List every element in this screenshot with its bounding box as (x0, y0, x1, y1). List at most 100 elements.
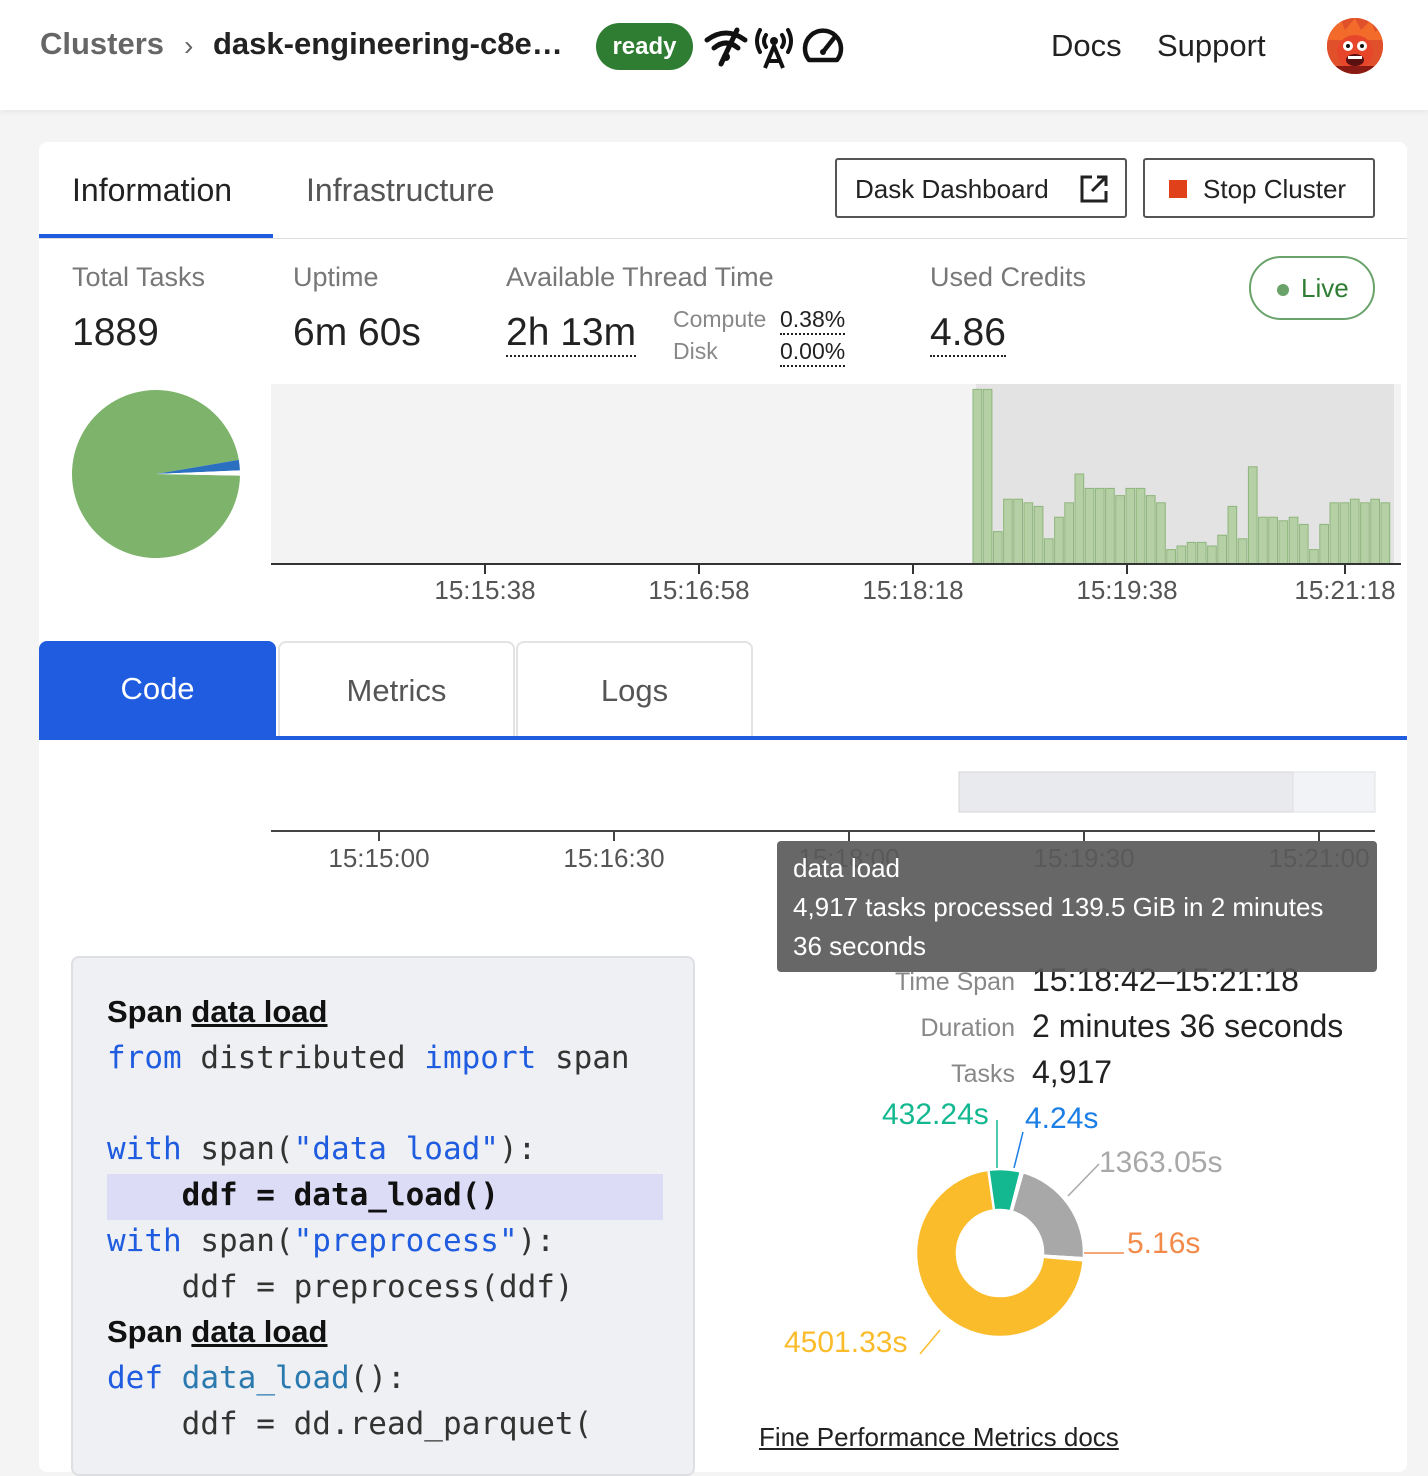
disk-value[interactable]: 0.00% (780, 338, 846, 367)
task-bar (1349, 498, 1360, 565)
task-bar (1360, 502, 1370, 565)
donut-leader-line (1013, 1131, 1024, 1169)
donut-label: 4501.33s (784, 1326, 907, 1359)
task-stream-chart: 15:15:38 15:16:58 15:18:18 15:19:38 15:21:18 (271, 384, 1401, 605)
live-dot-icon (1277, 284, 1289, 296)
thread-time-value[interactable]: 2h 13m (506, 311, 637, 357)
task-bar (1023, 502, 1034, 565)
fine-metrics-docs-link[interactable]: Fine Performance Metrics docs (759, 1422, 1119, 1453)
donut-segment[interactable] (1010, 1170, 1086, 1260)
span-link[interactable]: data load (191, 1314, 327, 1349)
task-bar (1115, 495, 1125, 565)
timeline-span-data-load[interactable] (958, 771, 1294, 813)
task-bar (1247, 466, 1258, 565)
subtab-logs[interactable]: Logs (516, 641, 753, 737)
task-bar (1339, 502, 1350, 565)
task-bar (1084, 487, 1095, 565)
compute-value[interactable]: 0.38% (780, 306, 846, 335)
donut-leader-line (1067, 1163, 1100, 1197)
subtab-metrics[interactable]: Metrics (278, 641, 515, 737)
dask-dashboard-button[interactable]: Dask Dashboard (835, 158, 1127, 218)
tab-infrastructure[interactable]: Infrastructure (306, 172, 495, 209)
speedometer-icon (802, 28, 844, 63)
donut-leader-line (919, 1329, 941, 1355)
stop-cluster-button[interactable]: Stop Cluster (1143, 158, 1375, 218)
antenna-icon (755, 28, 793, 69)
task-bar (1135, 487, 1146, 565)
task-bar (1278, 520, 1289, 565)
x-tick-label: 15:18:18 (862, 575, 963, 605)
task-bar (1166, 549, 1176, 565)
task-bar (982, 388, 993, 565)
task-bar (1105, 487, 1115, 565)
breadcrumb-separator: › (184, 30, 194, 61)
span-title-1: Span data load (107, 994, 328, 1030)
task-bar (1309, 549, 1319, 565)
timeline-span-preprocess[interactable] (1292, 771, 1376, 813)
task-bar (1064, 502, 1074, 565)
task-bar (992, 531, 1003, 565)
used-credits-label: Used Credits (930, 262, 1087, 292)
task-bar (1186, 541, 1197, 565)
donut-label: 5.16s (1127, 1227, 1200, 1260)
x-tick-label: 15:16:58 (648, 575, 749, 605)
subtab-code[interactable]: Code (39, 641, 276, 737)
task-bar (1196, 541, 1207, 565)
external-link-icon (1080, 175, 1108, 203)
x-tick-label: 15:19:38 (1076, 575, 1177, 605)
code-text: span( (181, 1223, 294, 1259)
tasks-label: Tasks (951, 1060, 1015, 1088)
tooltip-body-line-2: 36 seconds (793, 931, 926, 961)
duration-label: Duration (920, 1014, 1016, 1042)
avatar[interactable] (1327, 18, 1383, 74)
breadcrumb-cluster-name: dask-engineering-c8e… (213, 26, 563, 61)
span-prefix: Span (107, 994, 192, 1029)
task-bar (972, 388, 983, 565)
live-toggle[interactable]: Live (1249, 256, 1375, 320)
task-bar (1003, 498, 1013, 565)
task-status-pie (72, 389, 240, 558)
span-tooltip: data load 4,917 tasks processed 139.5 Gi… (777, 841, 1377, 972)
task-bar (1207, 545, 1217, 565)
nav-docs-link[interactable]: Docs (1051, 28, 1122, 64)
donut-label: 1363.05s (1099, 1146, 1222, 1179)
code-text: distributed (181, 1040, 425, 1076)
task-bar (1268, 516, 1278, 565)
breadcrumb-clusters[interactable]: Clusters (40, 26, 164, 62)
task-bar (1217, 534, 1227, 565)
used-credits-value[interactable]: 4.86 (930, 311, 1006, 357)
thread-time-label: Available Thread Time (506, 262, 774, 292)
x-tick-label: 15:21:18 (1294, 575, 1395, 605)
code-keyword: from (107, 1040, 182, 1076)
task-bar (1319, 523, 1330, 565)
total-tasks-label: Total Tasks (72, 262, 206, 292)
donut-label: 432.24s (882, 1098, 989, 1131)
nav-support-link[interactable]: Support (1157, 28, 1266, 64)
code-keyword: with (107, 1223, 182, 1259)
task-bar (1094, 487, 1105, 565)
task-bar (1258, 516, 1268, 565)
code-text: ): (498, 1131, 537, 1167)
stop-square-icon (1169, 180, 1187, 198)
wifi-signal-icon (704, 27, 748, 67)
tab-information[interactable]: Information (72, 172, 232, 209)
code-line: with span("preprocess"): (107, 1223, 555, 1259)
dask-dashboard-label: Dask Dashboard (855, 174, 1049, 204)
tab-divider (39, 238, 1407, 239)
code-string: "data load" (293, 1131, 499, 1167)
compute-label: Compute (673, 306, 767, 332)
task-bar (1380, 502, 1391, 565)
task-bar (1329, 502, 1340, 565)
stop-cluster-label: Stop Cluster (1203, 174, 1347, 204)
code-keyword: with (107, 1131, 182, 1167)
total-tasks-value: 1889 (72, 311, 159, 354)
task-bar (1288, 516, 1299, 565)
task-bar (1227, 505, 1238, 565)
span-link[interactable]: data load (191, 994, 327, 1029)
task-bar (1074, 473, 1085, 565)
fine-metrics-donut: 432.24s 4.24s1363.05s 5.16s 4501.33s (784, 1098, 1222, 1359)
code-text: span( (181, 1131, 294, 1167)
task-bar (1237, 538, 1248, 565)
task-bar (1013, 498, 1023, 565)
code-text: (): (349, 1360, 406, 1396)
